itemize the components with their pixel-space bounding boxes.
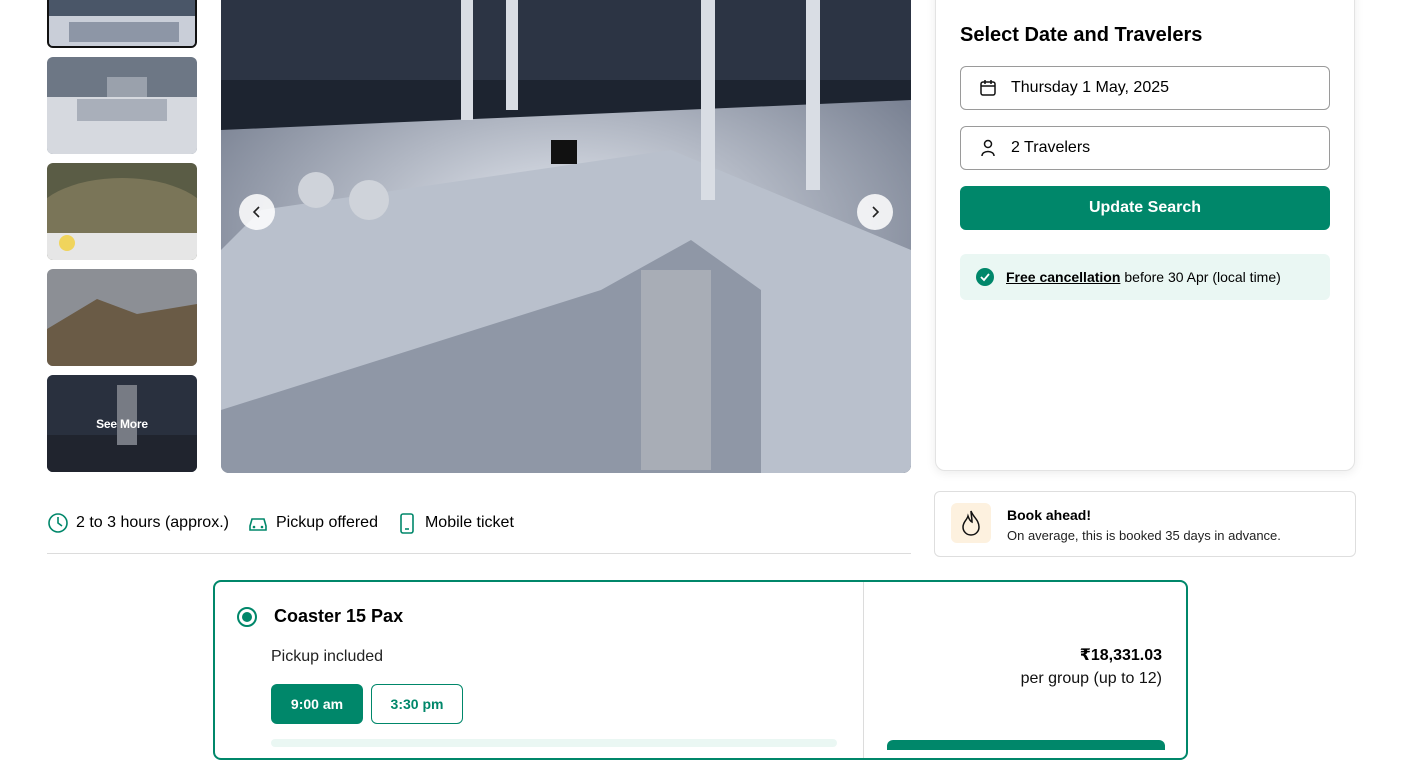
thumbnail-image (49, 0, 195, 46)
option-info-strip (271, 739, 837, 747)
gallery-next-button[interactable] (857, 194, 893, 230)
book-ahead-subtitle: On average, this is booked 35 days in ad… (1007, 528, 1281, 543)
section-divider (47, 553, 911, 554)
feature-duration: 2 to 3 hours (approx.) (47, 512, 229, 534)
feature-label: Pickup offered (275, 514, 378, 531)
book-ahead-card: Book ahead! On average, this is booked 3… (934, 491, 1356, 557)
feature-pickup: Pickup offered (247, 512, 378, 534)
option-title: Coaster 15 Pax (274, 606, 404, 626)
gallery-thumbnail-3[interactable] (47, 163, 197, 260)
hero-image (221, 0, 911, 473)
mobile-icon (396, 512, 418, 534)
feature-mobile-ticket: Mobile ticket (396, 512, 514, 534)
calendar-icon (979, 79, 997, 97)
free-cancellation-link[interactable]: Free cancellation (1006, 269, 1120, 285)
option-divider (863, 582, 864, 758)
tour-option-card[interactable]: Coaster 15 Pax Pickup included 9:00 am 3… (213, 580, 1188, 760)
hero-photo (221, 0, 911, 473)
cancellation-deadline: before 30 Apr (local time) (1124, 269, 1281, 285)
flame-icon (951, 503, 991, 543)
features-row: 2 to 3 hours (approx.) Pickup offered Mo… (47, 512, 532, 534)
book-ahead-title: Book ahead! (1007, 507, 1092, 523)
free-cancellation-banner: Free cancellation before 30 Apr (local t… (960, 254, 1330, 300)
time-slot-button[interactable]: 3:30 pm (371, 684, 463, 724)
feature-label: 2 to 3 hours (approx.) (76, 514, 229, 531)
check-circle-icon (976, 268, 994, 286)
thumbnail-image (47, 57, 197, 154)
travelers-picker[interactable]: 2 Travelers (960, 126, 1330, 170)
thumbnail-image (47, 269, 197, 366)
option-radio[interactable] (237, 607, 257, 627)
thumbnail-image (47, 163, 197, 260)
feature-label: Mobile ticket (424, 514, 514, 531)
travelers-value: 2 Travelers (1011, 139, 1091, 156)
clock-icon (47, 512, 69, 534)
chevron-right-icon (872, 206, 880, 218)
gallery-see-more[interactable]: See More (47, 375, 197, 472)
car-icon (247, 512, 269, 534)
option-price-unit: per group (up to 12) (1020, 670, 1162, 687)
date-picker[interactable]: Thursday 1 May, 2025 (960, 66, 1330, 110)
person-icon (979, 139, 997, 157)
gallery-thumbnail-2[interactable] (47, 57, 197, 154)
booking-title: Select Date and Travelers (960, 24, 1203, 46)
gallery-thumbnail-4[interactable] (47, 269, 197, 366)
chevron-left-icon (252, 206, 260, 218)
see-more-overlay: See More (47, 375, 197, 472)
see-more-label: See More (96, 416, 148, 431)
gallery-thumbnail-1[interactable] (47, 0, 197, 48)
booking-panel: Select Date and Travelers Thursday 1 May… (935, 0, 1355, 471)
update-search-button[interactable]: Update Search (960, 186, 1330, 230)
option-pickup: Pickup included (271, 648, 384, 665)
option-price: ₹18,331.03 (1079, 647, 1162, 664)
gallery-prev-button[interactable] (239, 194, 275, 230)
time-slot-button[interactable]: 9:00 am (271, 684, 363, 724)
date-value: Thursday 1 May, 2025 (1011, 79, 1170, 96)
